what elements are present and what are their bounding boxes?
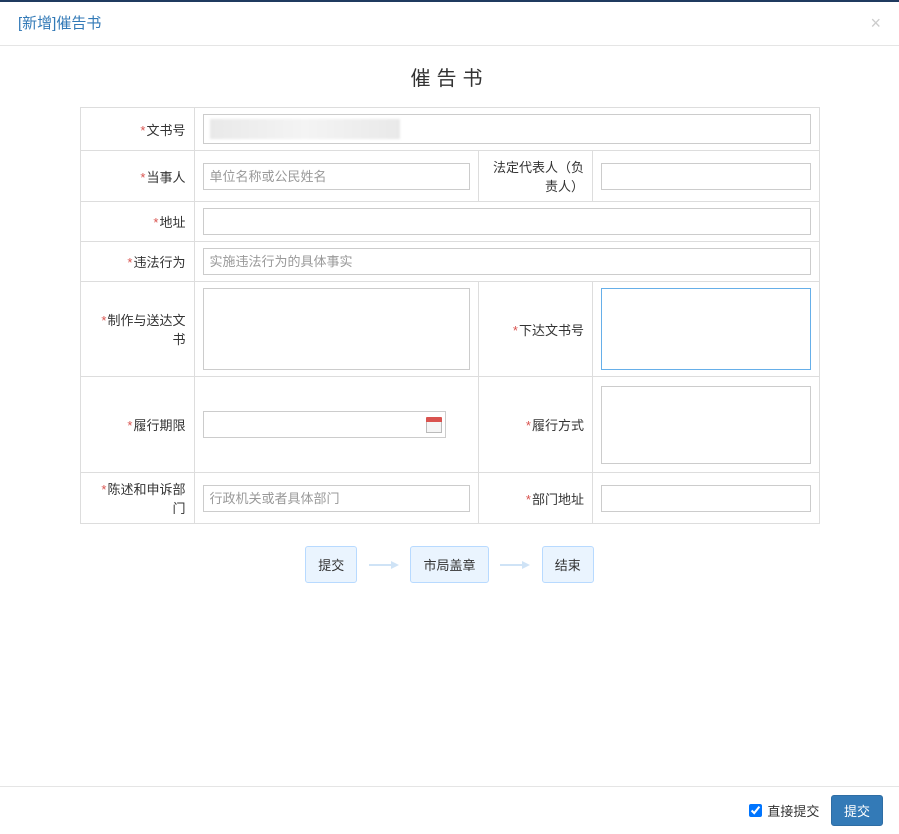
submit-button[interactable]: 提交 bbox=[831, 795, 883, 826]
dept-address-input[interactable] bbox=[601, 485, 811, 512]
label-illegal-act: *违法行为 bbox=[80, 242, 194, 282]
direct-submit-checkbox[interactable] bbox=[749, 804, 762, 817]
label-make-deliver: *制作与送达文书 bbox=[80, 282, 194, 377]
make-deliver-textarea[interactable] bbox=[203, 288, 470, 370]
address-input[interactable] bbox=[203, 208, 811, 235]
perform-deadline-input[interactable] bbox=[203, 411, 446, 438]
close-icon[interactable]: × bbox=[870, 14, 881, 32]
workflow-step-end[interactable]: 结束 bbox=[542, 546, 594, 583]
workflow-step-seal[interactable]: 市局盖章 bbox=[410, 546, 488, 583]
workflow: 提交 市局盖章 结束 bbox=[18, 546, 881, 583]
legal-rep-input[interactable] bbox=[601, 163, 811, 190]
arrow-icon bbox=[500, 561, 530, 569]
arrow-icon bbox=[369, 561, 399, 569]
issued-doc-no-textarea[interactable] bbox=[601, 288, 811, 370]
perform-method-textarea[interactable] bbox=[601, 386, 811, 464]
label-dept-address: *部门地址 bbox=[478, 473, 592, 524]
modal-footer: 直接提交 提交 bbox=[0, 786, 899, 834]
label-party: *当事人 bbox=[80, 151, 194, 202]
direct-submit-label: 直接提交 bbox=[767, 804, 819, 819]
label-address: *地址 bbox=[80, 202, 194, 242]
label-perform-deadline: *履行期限 bbox=[80, 377, 194, 473]
modal-title: [新增]催告书 bbox=[18, 15, 101, 32]
label-perform-method: *履行方式 bbox=[478, 377, 592, 473]
party-input[interactable] bbox=[203, 163, 470, 190]
label-appeal-dept: *陈述和申诉部门 bbox=[80, 473, 194, 524]
label-legal-rep: 法定代表人（负责人） bbox=[478, 151, 592, 202]
illegal-act-input[interactable] bbox=[203, 248, 811, 275]
label-issued-doc-no: *下达文书号 bbox=[478, 282, 592, 377]
appeal-dept-input[interactable] bbox=[203, 485, 470, 512]
calendar-icon[interactable] bbox=[426, 417, 442, 433]
page-title: 催告书 bbox=[18, 62, 881, 91]
doc-no-value bbox=[210, 119, 400, 139]
form-table: *文书号 *当事人 法定代表人（负责人） *地 bbox=[80, 107, 820, 524]
label-doc-no: *文书号 bbox=[80, 108, 194, 151]
workflow-step-submit[interactable]: 提交 bbox=[305, 546, 357, 583]
